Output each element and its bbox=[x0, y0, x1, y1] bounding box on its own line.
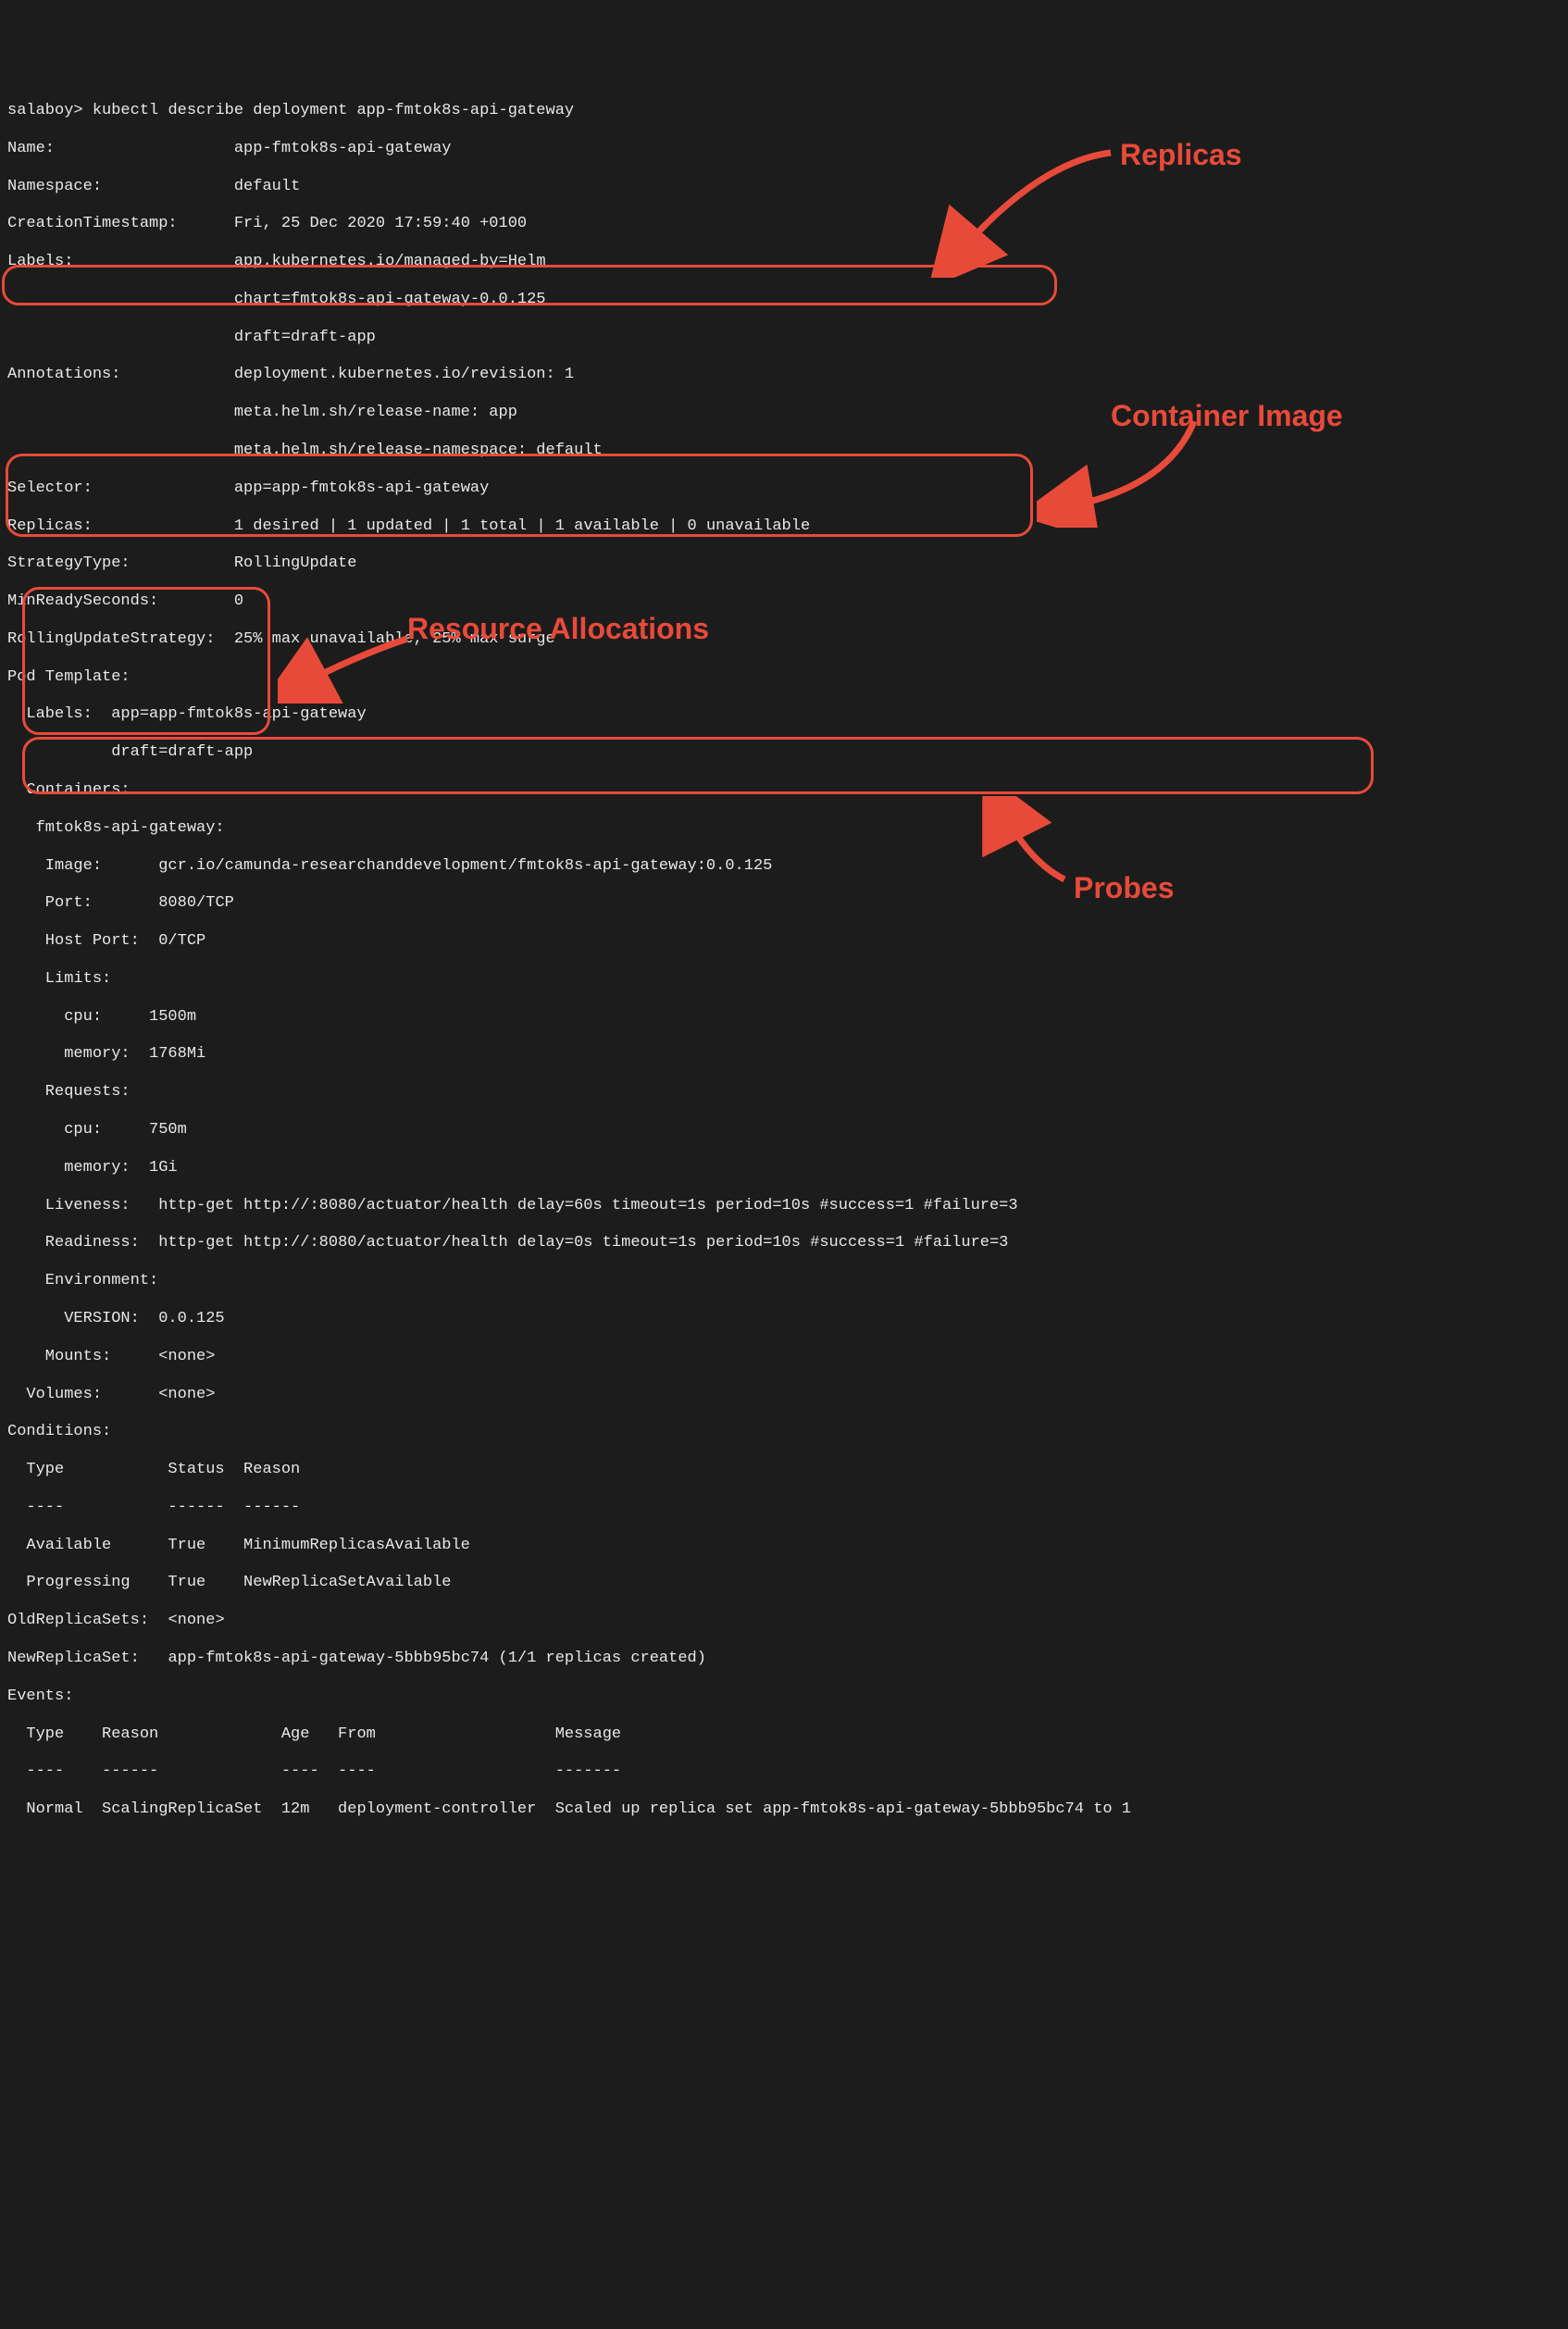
image-label: Image: bbox=[7, 857, 158, 875]
strategy-value: RollingUpdate bbox=[234, 554, 357, 572]
replicas-label: Replicas: bbox=[7, 517, 93, 535]
containers-label: Containers: bbox=[7, 781, 131, 799]
conditions-header: Type Status Reason bbox=[7, 1461, 300, 1478]
volumes-label: Volumes: bbox=[7, 1386, 158, 1403]
hostport-label: Host Port: bbox=[7, 932, 158, 950]
events-row: Normal ScalingReplicaSet 12m deployment-… bbox=[7, 1800, 1131, 1818]
limits-cpu: cpu: 1500m bbox=[7, 1008, 196, 1026]
annotations-label: Annotations: bbox=[7, 366, 120, 383]
limits-mem: memory: 1768Mi bbox=[7, 1045, 205, 1063]
requests-mem: memory: 1Gi bbox=[7, 1159, 178, 1177]
strategy-label: StrategyType: bbox=[7, 554, 131, 572]
creation-value: Fri, 25 Dec 2020 17:59:40 +0100 bbox=[234, 215, 527, 232]
annotations-line1: deployment.kubernetes.io/revision: 1 bbox=[234, 366, 574, 383]
labels-line2: chart=fmtok8s-api-gateway-0.0.125 bbox=[234, 291, 546, 308]
labels-label: Labels: bbox=[7, 253, 73, 270]
labels-line3: draft=draft-app bbox=[234, 329, 376, 346]
oldrs-label: OldReplicaSets: bbox=[7, 1612, 168, 1629]
events-label: Events: bbox=[7, 1688, 73, 1705]
minready-value: 0 bbox=[234, 592, 243, 610]
port-label: Port: bbox=[7, 894, 158, 912]
env-label: Environment: bbox=[7, 1272, 158, 1289]
hostport-value: 0/TCP bbox=[158, 932, 205, 950]
conditions-label: Conditions: bbox=[7, 1423, 111, 1440]
newrs-label: NewReplicaSet: bbox=[7, 1650, 168, 1667]
selector-label: Selector: bbox=[7, 480, 93, 497]
condition-available: Available True MinimumReplicasAvailable bbox=[7, 1537, 470, 1554]
name-value: app-fmtok8s-api-gateway bbox=[234, 140, 452, 157]
minready-label: MinReadySeconds: bbox=[7, 592, 158, 610]
requests-label: Requests: bbox=[7, 1083, 131, 1101]
env-version: VERSION: 0.0.125 bbox=[7, 1310, 225, 1327]
liveness-label: Liveness: bbox=[7, 1197, 158, 1214]
volumes-value: <none> bbox=[158, 1386, 215, 1403]
events-divider: ---- ------ ---- ---- ------- bbox=[7, 1762, 621, 1780]
conditions-divider: ---- ------ ------ bbox=[7, 1499, 300, 1516]
pod-labels-line1: app=app-fmtok8s-api-gateway bbox=[111, 705, 366, 723]
replicas-value: 1 desired | 1 updated | 1 total | 1 avai… bbox=[234, 517, 810, 535]
selector-value: app=app-fmtok8s-api-gateway bbox=[234, 480, 489, 497]
labels-line1: app.kubernetes.io/managed-by=Helm bbox=[234, 253, 546, 270]
container-name: fmtok8s-api-gateway: bbox=[7, 819, 225, 837]
annotations-line2: meta.helm.sh/release-name: app bbox=[234, 404, 517, 421]
annotations-line3: meta.helm.sh/release-namespace: default bbox=[234, 442, 603, 459]
rolling-value: 25% max unavailable, 25% max surge bbox=[234, 630, 555, 648]
rolling-label: RollingUpdateStrategy: bbox=[7, 630, 215, 648]
pod-labels-line2: draft=draft-app bbox=[7, 743, 253, 761]
namespace-value: default bbox=[234, 178, 300, 195]
terminal-output: salaboy> kubectl describe deployment app… bbox=[7, 83, 1561, 1838]
command: kubectl describe deployment app-fmtok8s-… bbox=[93, 102, 574, 119]
prompt: salaboy> bbox=[7, 102, 93, 119]
liveness-value: http-get http://:8080/actuator/health de… bbox=[158, 1197, 1017, 1214]
creation-label: CreationTimestamp: bbox=[7, 215, 178, 232]
mounts-value: <none> bbox=[158, 1348, 215, 1365]
port-value: 8080/TCP bbox=[158, 894, 234, 912]
readiness-value: http-get http://:8080/actuator/health de… bbox=[158, 1234, 1008, 1252]
pod-labels-label: Labels: bbox=[7, 705, 111, 723]
limits-label: Limits: bbox=[7, 970, 111, 988]
mounts-label: Mounts: bbox=[7, 1348, 158, 1365]
namespace-label: Namespace: bbox=[7, 178, 102, 195]
oldrs-value: <none> bbox=[168, 1612, 224, 1629]
events-header: Type Reason Age From Message bbox=[7, 1725, 621, 1743]
name-label: Name: bbox=[7, 140, 55, 157]
image-value: gcr.io/camunda-researchanddevelopment/fm… bbox=[158, 857, 772, 875]
podtemplate-label: Pod Template: bbox=[7, 668, 131, 686]
newrs-value: app-fmtok8s-api-gateway-5bbb95bc74 (1/1 … bbox=[168, 1650, 706, 1667]
requests-cpu: cpu: 750m bbox=[7, 1121, 187, 1139]
condition-progressing: Progressing True NewReplicaSetAvailable bbox=[7, 1574, 451, 1591]
readiness-label: Readiness: bbox=[7, 1234, 158, 1252]
